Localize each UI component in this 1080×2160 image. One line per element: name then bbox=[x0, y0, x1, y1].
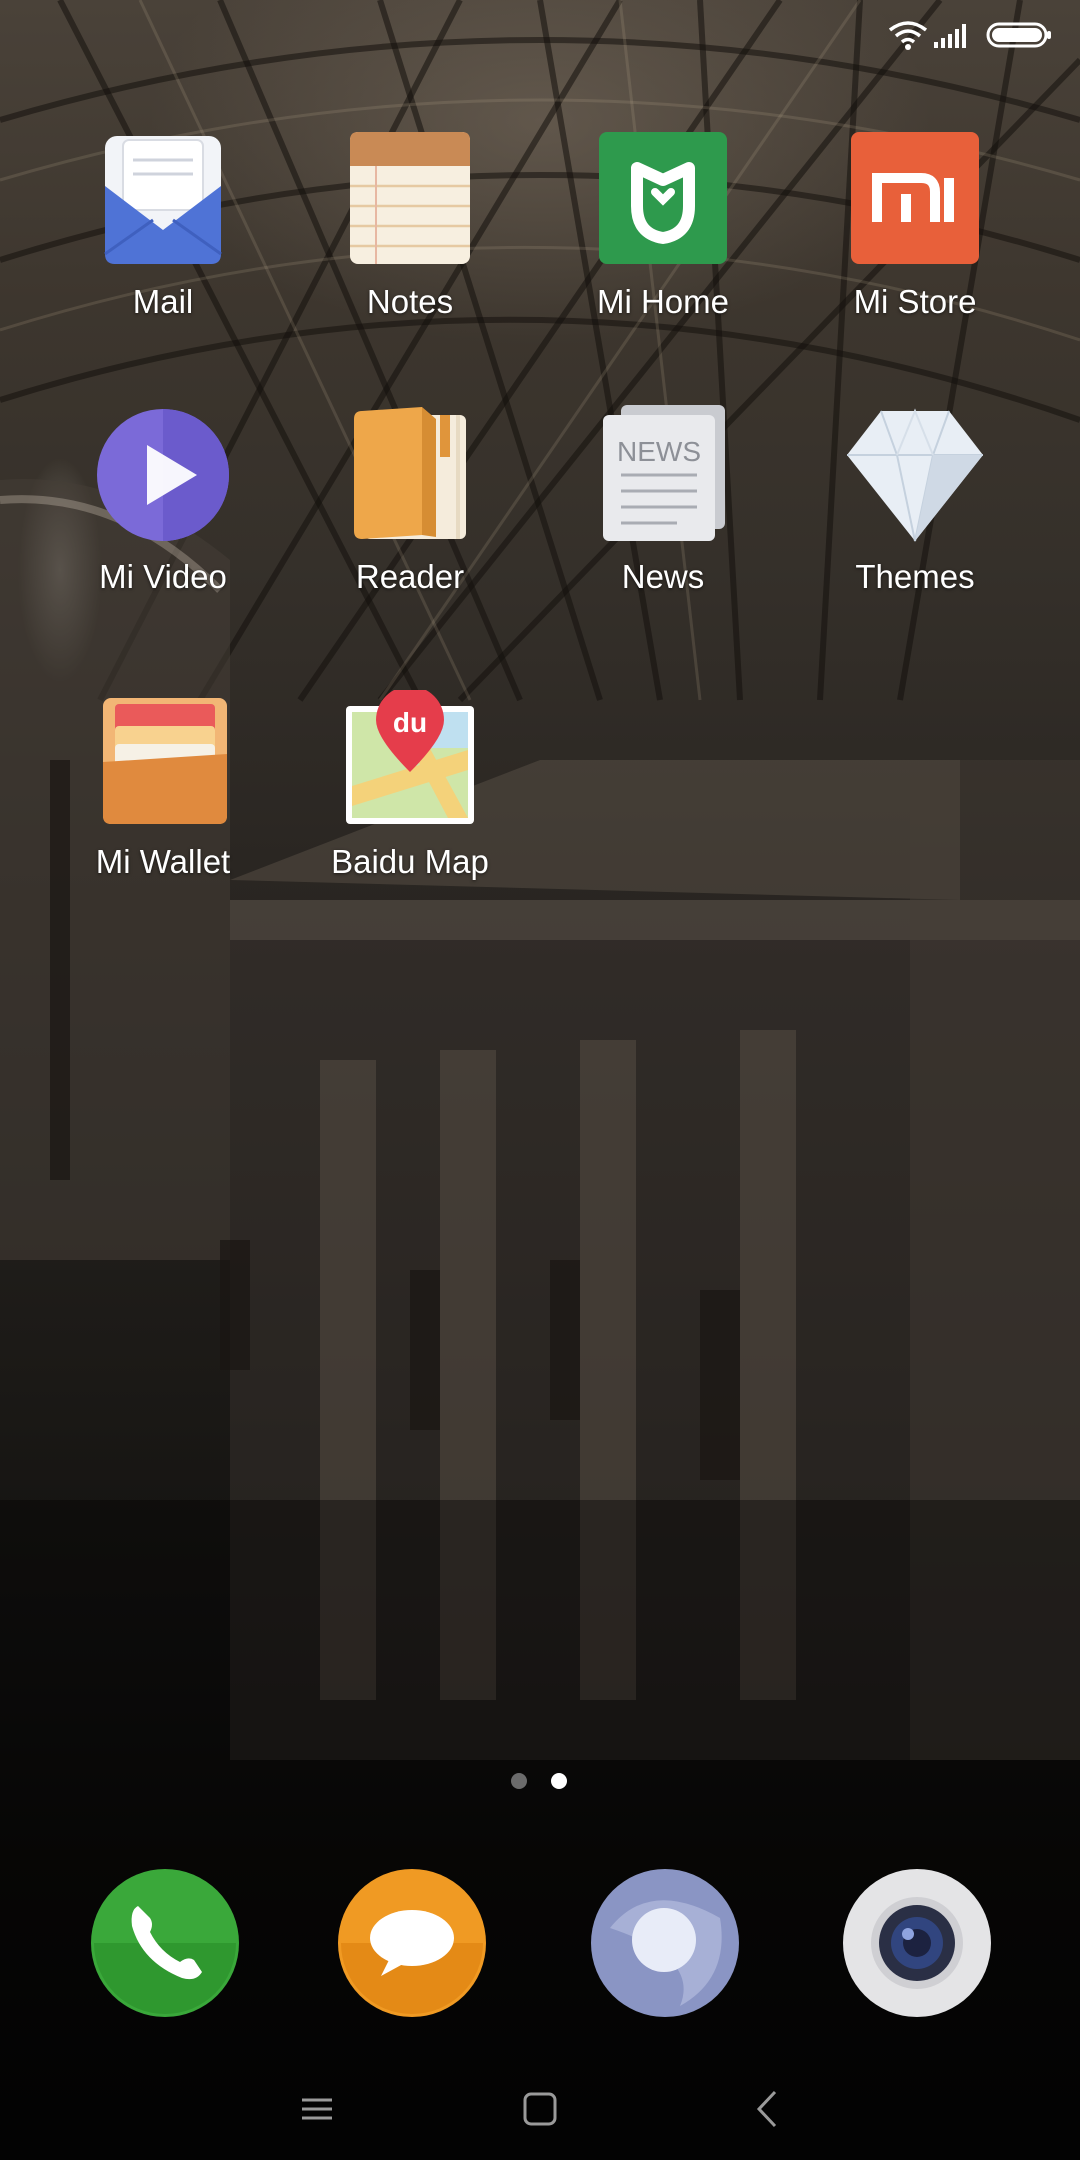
mi-wallet-icon bbox=[93, 690, 233, 830]
app-label: Baidu Map bbox=[331, 843, 489, 880]
app-label: Themes bbox=[855, 558, 975, 595]
app-label: Reader bbox=[355, 558, 465, 595]
app-notes[interactable]: Notes bbox=[285, 130, 535, 360]
reader-icon bbox=[340, 405, 480, 545]
wifi-icon bbox=[888, 20, 928, 50]
app-mail[interactable]: Mail bbox=[38, 130, 288, 360]
app-label: Mi Video bbox=[99, 558, 227, 595]
cell-signal-icon bbox=[932, 22, 972, 48]
news-badge-text: NEWS bbox=[617, 436, 701, 467]
menu-icon[interactable] bbox=[292, 2086, 342, 2132]
back-icon[interactable] bbox=[743, 2086, 793, 2132]
app-baidu-map[interactable]: du Baidu Map bbox=[285, 690, 535, 920]
baidu-badge-text: du bbox=[393, 707, 427, 738]
dock-browser[interactable] bbox=[540, 1868, 790, 2028]
browser-icon bbox=[590, 1868, 740, 2018]
app-mi-wallet[interactable]: Mi Wallet bbox=[38, 690, 288, 920]
dock-messaging[interactable] bbox=[287, 1868, 537, 2028]
mi-home-icon bbox=[593, 130, 733, 270]
app-mi-home[interactable]: Mi Home bbox=[538, 130, 788, 360]
app-label: News bbox=[621, 558, 705, 595]
news-icon: NEWS bbox=[593, 405, 733, 545]
mi-store-icon bbox=[845, 130, 985, 270]
app-label: Mi Store bbox=[853, 283, 977, 320]
app-mi-video[interactable]: Mi Video bbox=[38, 405, 288, 635]
app-label: Mi Home bbox=[596, 283, 730, 320]
home-icon[interactable] bbox=[515, 2086, 565, 2132]
dock-camera[interactable] bbox=[792, 1868, 1042, 2028]
status-bar bbox=[0, 0, 1080, 70]
mi-video-icon bbox=[93, 405, 233, 545]
app-label: Mail bbox=[132, 283, 194, 320]
page-indicator bbox=[0, 1770, 1080, 1794]
messaging-icon bbox=[337, 1868, 487, 2018]
navigation-bar bbox=[0, 2060, 1080, 2160]
battery-icon bbox=[986, 22, 1052, 48]
app-themes[interactable]: Themes bbox=[790, 405, 1040, 635]
page-dot-1[interactable] bbox=[511, 1773, 527, 1789]
app-reader[interactable]: Reader bbox=[285, 405, 535, 635]
app-news[interactable]: NEWS News bbox=[538, 405, 788, 635]
page-dot-2-active[interactable] bbox=[551, 1773, 567, 1789]
themes-icon bbox=[845, 405, 985, 545]
notes-icon bbox=[340, 130, 480, 270]
phone-icon bbox=[90, 1868, 240, 2018]
dock-phone[interactable] bbox=[40, 1868, 290, 2028]
app-label: Notes bbox=[366, 283, 454, 320]
app-label: Mi Wallet bbox=[95, 843, 231, 880]
camera-icon bbox=[842, 1868, 992, 2018]
mail-icon bbox=[93, 130, 233, 270]
app-mi-store[interactable]: Mi Store bbox=[790, 130, 1040, 360]
baidu-map-icon: du bbox=[340, 690, 480, 830]
